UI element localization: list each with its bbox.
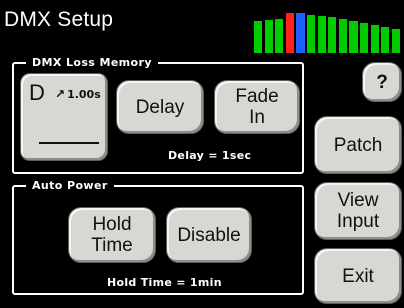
meter-bar — [360, 23, 369, 53]
fade-curve-line — [39, 142, 99, 144]
page-title: DMX Setup — [4, 8, 114, 31]
disable-button-label: Disable — [177, 224, 241, 246]
exit-button-label: Exit — [342, 265, 374, 287]
meter-bar — [264, 19, 273, 53]
patch-button-label: Patch — [333, 134, 383, 156]
hold-time-button[interactable]: Hold Time — [68, 207, 156, 263]
dmx-level-meter — [254, 13, 400, 53]
loss-mode-rate: ↗ 1.00s — [55, 84, 101, 105]
exit-button[interactable]: Exit — [314, 248, 402, 304]
help-button[interactable]: ? — [362, 62, 402, 102]
hold-time-label-line2: Time — [91, 235, 133, 256]
view-input-label-line2: Input — [336, 211, 380, 232]
dmx-loss-memory-label: DMX Loss Memory — [26, 55, 158, 71]
meter-bar — [328, 17, 337, 53]
loss-mode-letter: D — [29, 80, 45, 105]
loss-mode-button[interactable]: D ↗ 1.00s — [20, 73, 108, 161]
meter-bar — [317, 15, 326, 53]
meter-bar — [275, 18, 284, 53]
delay-button[interactable]: Delay — [116, 80, 204, 134]
hold-time-label-line1: Hold — [92, 214, 132, 235]
delay-status: Delay = 1sec — [168, 149, 252, 162]
loss-mode-rate-value: 1.00s — [67, 88, 101, 101]
meter-bar — [296, 13, 305, 53]
meter-bar — [381, 27, 390, 53]
meter-bar — [285, 13, 294, 53]
hold-time-status: Hold Time = 1min — [107, 276, 222, 289]
fade-in-label-line1: Fade — [235, 86, 279, 107]
meter-bar — [254, 21, 263, 53]
meter-bar — [391, 29, 400, 53]
fade-in-label-line2: In — [249, 107, 265, 128]
fade-arrow-icon: ↗ — [55, 87, 66, 101]
view-input-label-line1: View — [337, 190, 379, 211]
auto-power-label: Auto Power — [26, 178, 114, 194]
patch-button[interactable]: Patch — [314, 116, 402, 174]
disable-button[interactable]: Disable — [166, 207, 252, 263]
view-input-button[interactable]: View Input — [314, 182, 402, 240]
fade-in-button[interactable]: Fade In — [214, 80, 300, 134]
meter-bar — [370, 25, 379, 53]
delay-button-label: Delay — [135, 96, 185, 118]
meter-bar — [307, 15, 316, 53]
meter-bar — [338, 19, 347, 53]
help-icon: ? — [376, 71, 388, 93]
meter-bar — [349, 21, 358, 53]
